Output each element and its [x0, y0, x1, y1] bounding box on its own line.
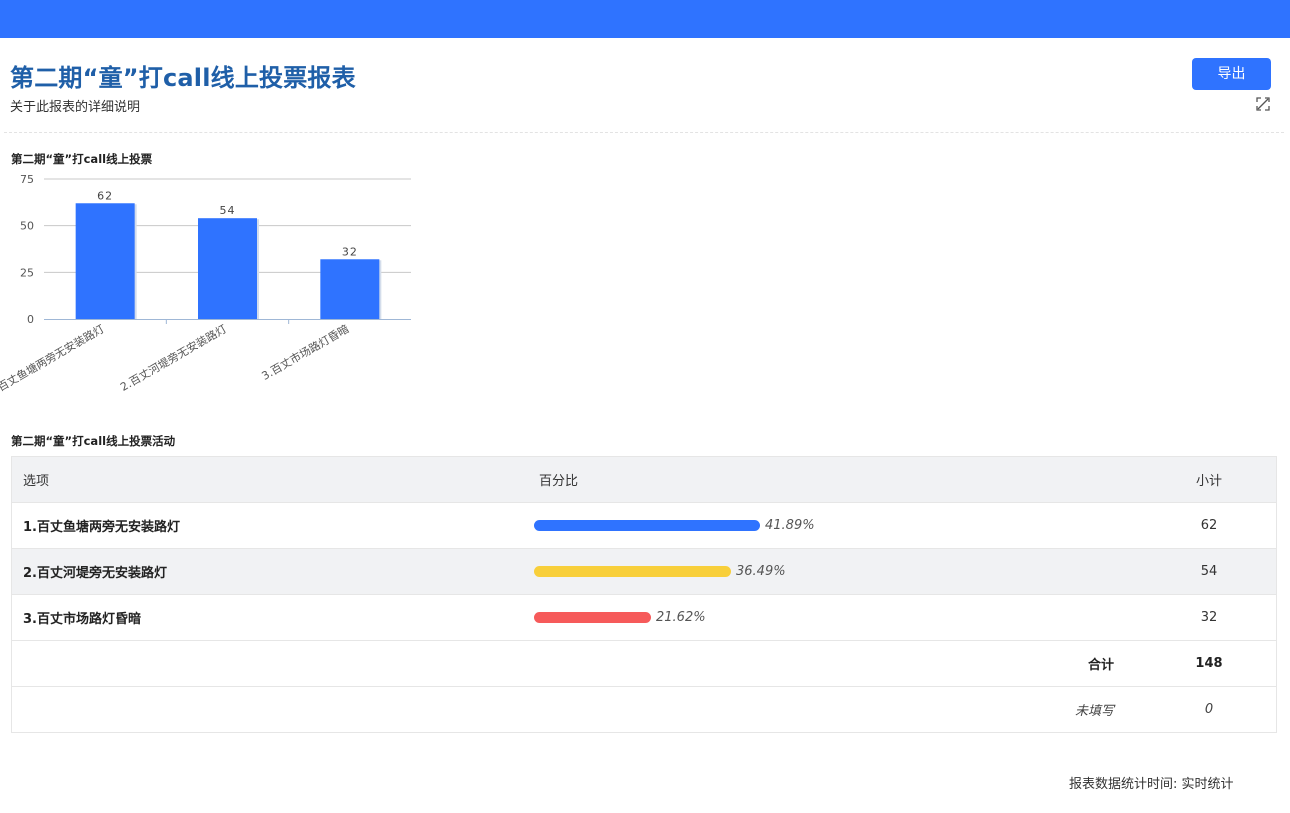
page-title: 第二期“童”打call线上投票报表: [10, 64, 356, 92]
bar: [320, 259, 380, 319]
results-table: 选项 百分比 小计 1.百丈鱼塘两旁无安装路灯 41.89% 62 2.百丈河堤…: [11, 456, 1277, 733]
x-tick-label: 3.百丈市场路灯昏暗: [259, 321, 351, 382]
percent-value: 41.89%: [765, 518, 815, 533]
header-divider: [4, 132, 1284, 133]
header-option: 选项: [11, 456, 522, 503]
y-tick-label: 75: [20, 173, 34, 186]
x-tick-label: 2.百丈河堤旁无安装路灯: [118, 321, 229, 393]
header-percent-label: 百分比: [539, 474, 579, 489]
footer-stat-time: 报表数据统计时间: 实时统计: [1069, 777, 1234, 792]
percent-value: 36.49%: [736, 564, 786, 579]
percent-bar: [534, 566, 731, 577]
total-value: 148: [1142, 640, 1277, 687]
row-option: 3.百丈市场路灯昏暗: [11, 594, 522, 641]
y-tick-label: 0: [27, 313, 34, 326]
y-tick-label: 50: [20, 220, 34, 233]
row-count: 32: [1142, 594, 1277, 641]
total-row: 合计 148: [11, 640, 1277, 687]
x-tick-label: 1.百丈鱼塘两旁无安装路灯: [0, 321, 107, 399]
expand-icon[interactable]: [1255, 96, 1271, 112]
total-label: 合计: [522, 640, 1142, 687]
table-header-row: 选项 百分比 小计: [11, 456, 1277, 503]
data-label: 54: [220, 204, 236, 217]
export-button[interactable]: 导出: [1192, 58, 1271, 90]
data-label: 62: [97, 189, 113, 202]
y-tick-label: 25: [20, 266, 34, 279]
row-count: 54: [1142, 548, 1277, 595]
chart-title: 第二期“童”打call线上投票: [11, 152, 153, 166]
header-count: 小计: [1142, 456, 1277, 503]
table-title: 第二期“童”打call线上投票活动: [11, 434, 176, 448]
blank-row: 未填写 0: [11, 686, 1277, 733]
bar: [198, 218, 257, 319]
row-option: 2.百丈河堤旁无安装路灯: [11, 548, 522, 595]
percent-value: 21.62%: [656, 610, 706, 625]
data-label: 32: [342, 245, 358, 258]
percent-bar: [534, 520, 760, 531]
percent-bar: [534, 612, 651, 623]
row-count: 62: [1142, 502, 1277, 549]
table-row: 1.百丈鱼塘两旁无安装路灯 41.89% 62: [11, 502, 1277, 549]
header-percent: 百分比: [522, 456, 1142, 503]
table-row: 3.百丈市场路灯昏暗 21.62% 32: [11, 594, 1277, 641]
table-row: 2.百丈河堤旁无安装路灯 36.49% 54: [11, 548, 1277, 595]
top-bar: [0, 0, 1290, 38]
blank-value: 0: [1142, 686, 1277, 733]
page-subtitle: 关于此报表的详细说明: [10, 100, 141, 115]
blank-label: 未填写: [522, 686, 1142, 733]
row-option: 1.百丈鱼塘两旁无安装路灯: [11, 502, 522, 549]
bar: [75, 203, 135, 319]
bar-chart: 0 25 50 75 62 1.百丈鱼塘两旁无安装路灯 54 2.百丈河堤旁无安装路灯 32 3.…: [0, 173, 411, 399]
